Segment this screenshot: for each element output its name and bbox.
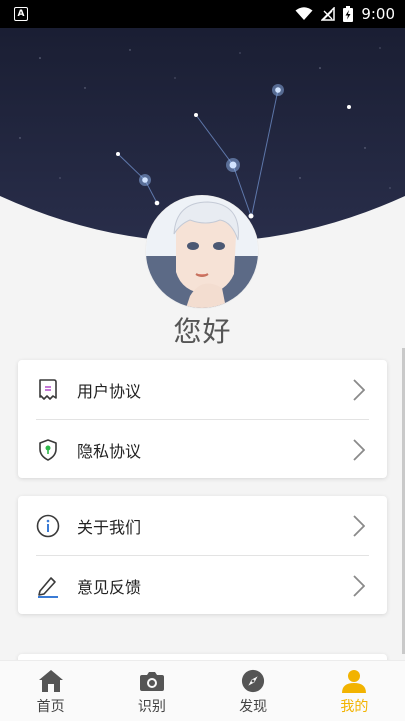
menu-item-label: 意见反馈 — [77, 577, 142, 597]
chevron-right-icon — [353, 379, 365, 401]
chevron-right-icon — [353, 439, 365, 461]
a-notification-icon: A — [14, 7, 28, 21]
nav-home[interactable]: 首页 — [0, 661, 101, 721]
menu-item-user-agreement[interactable]: 用户协议 — [18, 360, 387, 419]
menu-item-feedback[interactable]: 意见反馈 — [18, 556, 387, 615]
shield-icon — [36, 438, 60, 462]
chevron-right-icon — [353, 575, 365, 597]
person-icon — [342, 670, 367, 693]
menu-item-label: 隐私协议 — [77, 441, 142, 461]
status-left: A — [14, 7, 28, 21]
nav-recognize[interactable]: 识别 — [101, 661, 202, 721]
status-right: 9:00 — [295, 5, 395, 23]
signal-icon — [321, 7, 336, 21]
info-icon — [36, 514, 60, 538]
chevron-right-icon — [353, 515, 365, 537]
battery-charging-icon — [343, 6, 354, 22]
document-icon — [36, 378, 60, 402]
home-icon — [38, 670, 63, 692]
support-card: 关于我们 意见反馈 — [18, 496, 387, 614]
menu-item-about-us[interactable]: 关于我们 — [18, 496, 387, 555]
menu-item-label: 关于我们 — [77, 517, 142, 537]
avatar[interactable] — [146, 196, 258, 308]
bottom-nav: 首页 识别 发现 我的 — [0, 660, 405, 721]
nav-mine[interactable]: 我的 — [304, 661, 405, 721]
nav-label: 发现 — [239, 699, 268, 715]
nav-discover[interactable]: 发现 — [203, 661, 304, 721]
nav-label: 识别 — [137, 699, 166, 715]
pencil-icon — [36, 574, 60, 598]
wifi-icon — [295, 7, 313, 20]
status-time: 9:00 — [361, 5, 395, 23]
menu-item-privacy-agreement[interactable]: 隐私协议 — [18, 420, 387, 479]
agreement-card: 用户协议 隐私协议 — [18, 360, 387, 478]
greeting-text: 您好 — [173, 315, 232, 348]
compass-icon — [242, 669, 265, 693]
menu-item-label: 用户协议 — [77, 381, 142, 401]
nav-label: 我的 — [340, 699, 369, 715]
status-bar: A 9:00 — [0, 0, 405, 28]
nav-label: 首页 — [36, 699, 65, 715]
camera-icon — [139, 672, 164, 691]
